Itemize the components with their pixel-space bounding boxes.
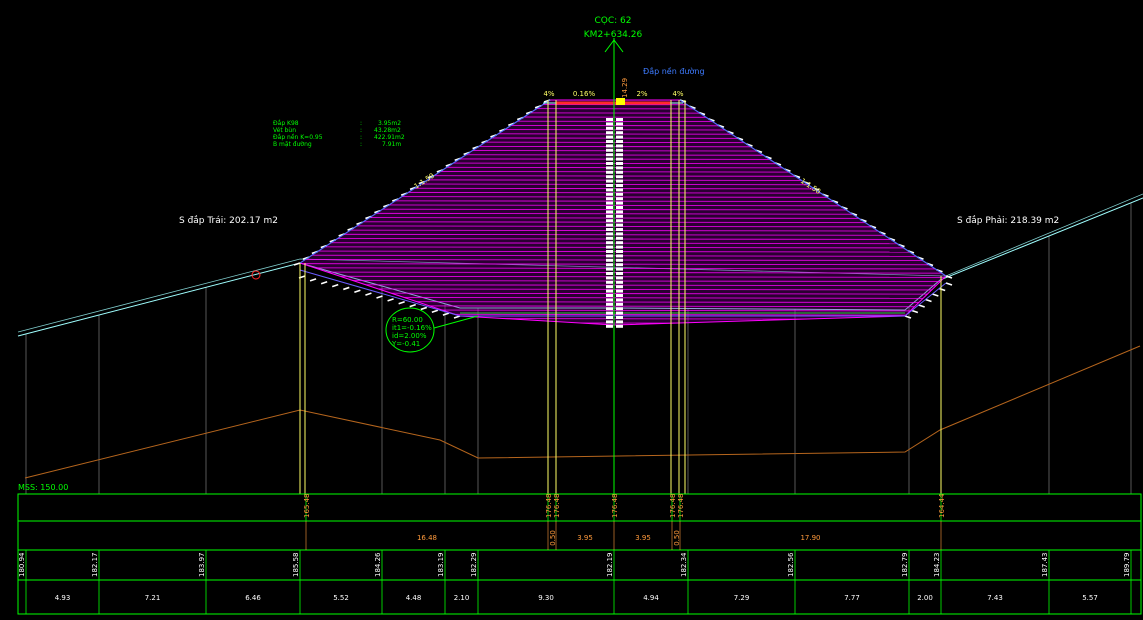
slope-label-3: 2% [636, 90, 647, 98]
design-elevation: 165.48 [303, 494, 311, 519]
curve-line-4: Y=-0.41 [391, 340, 420, 348]
quantity-label-3: Đắp nền K=0.95 [273, 133, 323, 141]
natural-distance: 7.77 [844, 594, 860, 602]
design-elevation: 176.48 [677, 494, 685, 519]
quantity-label-1: Đắp K98 [273, 120, 299, 127]
design-distance: 3.95 [577, 534, 593, 542]
natural-distance: 6.46 [245, 594, 261, 602]
quantity-value-2: 43.28m2 [374, 127, 401, 134]
quantity-label-4: B mặt đường [273, 141, 312, 148]
natural-elevation: 180.94 [18, 552, 26, 577]
svg-text::: : [360, 141, 362, 148]
center-height-label: 14.29 [621, 78, 629, 98]
natural-elevation: 182.29 [470, 553, 478, 578]
natural-elevation: 182.56 [787, 552, 795, 577]
natural-distance: 4.48 [406, 594, 422, 602]
design-elevation: 176.48 [669, 494, 677, 519]
natural-elevation: 182.19 [606, 553, 614, 578]
cross-section-drawing: 165.48 176.48 176.48 176.48 176.48 176.48 164.… [0, 0, 1143, 620]
layer-label: Đắp nền đường [643, 66, 705, 76]
natural-distance: 5.52 [333, 594, 349, 602]
station-label: CỌC: 62 [595, 16, 632, 26]
quantity-label-2: Vét bùn [273, 127, 296, 134]
design-distance: 16.48 [417, 534, 437, 542]
svg-text::: : [360, 134, 362, 141]
slope-label-1: 4% [543, 90, 554, 98]
curve-line-2: it1=-0.16% [392, 324, 432, 332]
natural-elevation: 183.19 [437, 553, 445, 578]
natural-distance: 4.93 [55, 594, 71, 602]
natural-distance: 7.43 [987, 594, 1003, 602]
curve-line-3: id=2.00% [392, 332, 427, 340]
design-distance: 3.95 [635, 534, 651, 542]
natural-distance: 7.29 [734, 594, 750, 602]
quantity-value-1: 3.95m2 [378, 120, 401, 127]
slope-label-2: 0.16% [573, 90, 596, 98]
curve-line-1: R=60.00 [392, 316, 423, 324]
slope-label-4: 4% [672, 90, 683, 98]
quantity-value-4: 7.91m [382, 141, 401, 148]
area-left-label: S đắp Trái: 202.17 m2 [179, 215, 278, 226]
design-distance: 17.90 [800, 534, 820, 542]
svg-text::: : [360, 120, 362, 127]
design-elevation: 176.48 [611, 494, 619, 519]
natural-distance: 2.00 [917, 594, 933, 602]
natural-distance: 7.21 [145, 594, 161, 602]
natural-elevation: 183.97 [198, 553, 206, 578]
natural-elevation: 185.58 [292, 553, 300, 578]
design-elevation: 176.48 [553, 494, 561, 519]
quantity-value-3: 422.91m2 [374, 134, 405, 141]
natural-elevation: 189.79 [1123, 553, 1131, 578]
natural-distance: 5.57 [1082, 594, 1098, 602]
natural-elevation: 182.34 [680, 552, 688, 577]
natural-distance: 9.30 [538, 594, 554, 602]
natural-distance: 4.94 [643, 594, 659, 602]
natural-distance: 2.10 [454, 594, 470, 602]
natural-elevation: 187.43 [1041, 553, 1049, 578]
chainage-label: KM2+634.26 [584, 30, 643, 40]
datum-label: MSS: 150.00 [18, 483, 68, 492]
natural-elevation: 184.23 [933, 553, 941, 578]
design-distance: 0.50 [673, 530, 681, 546]
design-distance: 0.50 [549, 530, 557, 546]
design-elevation: 164.44 [938, 493, 946, 518]
natural-elevation: 182.17 [91, 553, 99, 578]
natural-elevation: 184.26 [374, 552, 382, 577]
design-elevation: 176.48 [545, 494, 553, 519]
svg-text::: : [360, 127, 362, 134]
area-right-label: S đắp Phải: 218.39 m2 [957, 215, 1059, 226]
natural-elevation: 182.79 [901, 553, 909, 578]
